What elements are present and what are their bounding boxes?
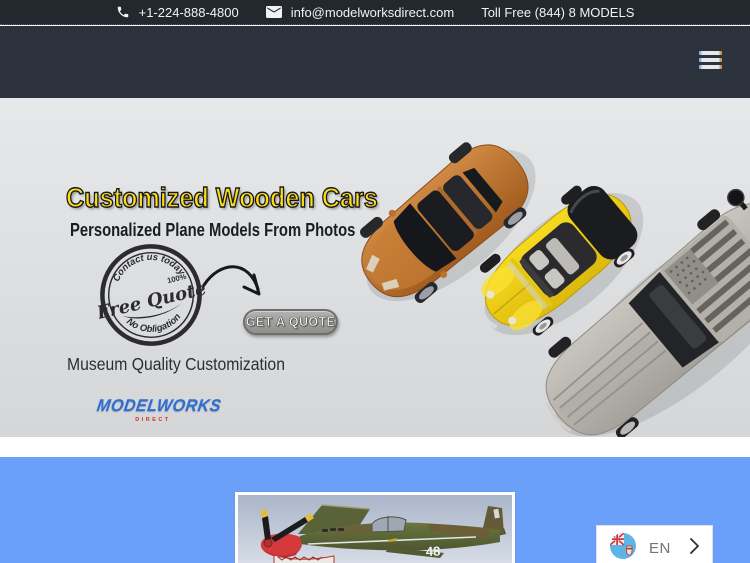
model-cars-photo <box>352 124 750 437</box>
top-contact-bar: +1-224-888-4800 info@modelworksdirect.co… <box>0 0 750 25</box>
get-a-quote-button[interactable]: GET A QUOTE <box>243 309 338 335</box>
phone-contact[interactable]: +1-224-888-4800 <box>116 5 239 20</box>
main-header <box>0 26 750 98</box>
envelope-icon <box>266 6 282 18</box>
hamburger-menu-icon[interactable] <box>699 51 722 72</box>
arrow-doodle-icon <box>200 255 272 311</box>
hero-banner: Customized Wooden Cars Personalized Plan… <box>0 98 750 437</box>
logo-wordmark: MODELWORKS <box>96 396 205 416</box>
phone-number[interactable]: +1-224-888-4800 <box>139 5 239 20</box>
plane-model-photo[interactable]: 48 <box>235 492 515 563</box>
hero-subtitle: Personalized Plane Models From Photos <box>70 219 355 241</box>
modelworks-logo[interactable]: MODELWORKS DIRECT <box>97 396 209 423</box>
stamp-main-text: Free Quote <box>94 278 208 324</box>
email-address[interactable]: info@modelworksdirect.com <box>291 5 454 20</box>
fiji-flag-icon <box>610 533 636 563</box>
language-selector[interactable]: EN <box>596 525 713 563</box>
modelworks-homepage: +1-224-888-4800 info@modelworksdirect.co… <box>0 0 750 563</box>
language-code: EN <box>649 540 671 557</box>
free-quote-stamp-icon: Contact us today No Obligation 100% Free… <box>92 236 211 355</box>
tollfree-text: Toll Free (844) 8 MODELS <box>481 5 634 20</box>
gallery-section: 48 <box>0 457 750 563</box>
logo-subtext: DIRECT <box>97 417 209 423</box>
hero-title: Customized Wooden Cars <box>66 182 378 214</box>
chevron-right-icon[interactable] <box>690 538 699 559</box>
section-divider <box>0 437 750 457</box>
phone-icon <box>116 5 130 19</box>
hero-tagline: Museum Quality Customization <box>67 354 285 375</box>
tollfree-contact: Toll Free (844) 8 MODELS <box>481 5 634 20</box>
email-contact[interactable]: info@modelworksdirect.com <box>266 5 454 20</box>
plane-number: 48 <box>426 544 441 559</box>
